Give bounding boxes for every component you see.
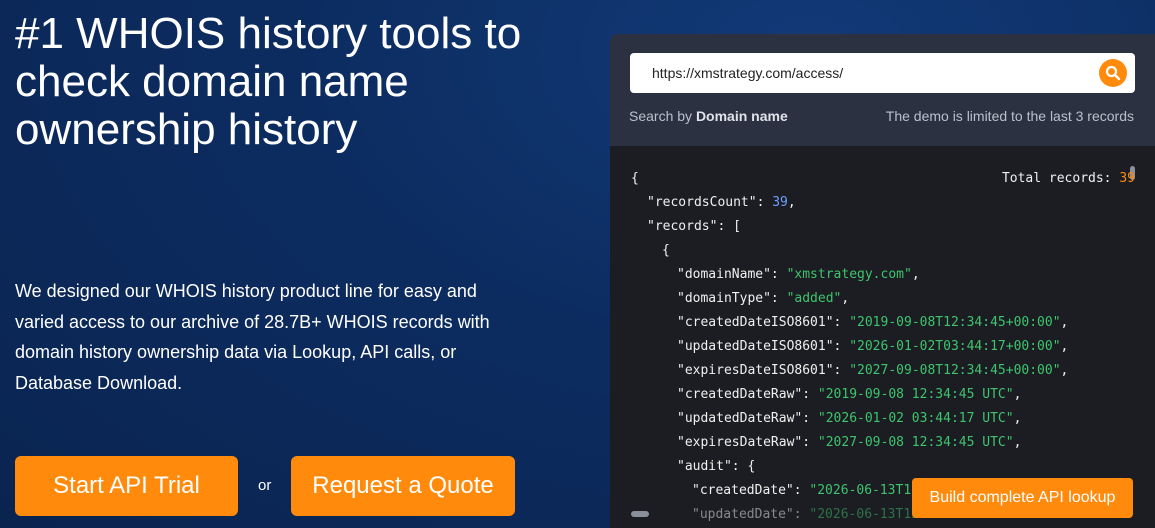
json-line: "createdDate": "2026-06-13T12 (692, 483, 919, 498)
json-line: "domainType": "added", (677, 291, 850, 306)
build-api-lookup-button[interactable]: Build complete API lookup (912, 478, 1133, 518)
json-key: "expiresDateRaw" (677, 435, 803, 450)
json-string: "xmstrategy.com" (786, 267, 912, 282)
json-result-viewer[interactable]: Total records: 39 { "recordsCount": 39, … (610, 146, 1155, 528)
total-records-label: Total records: (1001, 171, 1112, 186)
page-headline: #1 WHOIS history tools to check domain n… (15, 9, 522, 154)
json-key: "expiresDateISO8601" (677, 363, 834, 378)
json-key: "updatedDateRaw" (677, 411, 803, 426)
json-line: "recordsCount": 39, (647, 195, 796, 210)
json-string: "2019-09-08T12:34:45+00:00" (849, 315, 1061, 330)
json-key: "createdDateRaw" (677, 387, 803, 402)
or-separator: or (258, 477, 272, 494)
domain-search-input[interactable]: https://xmstrategy.com/access/ (630, 53, 1135, 93)
json-line: "createdDateRaw": "2019-09-08 12:34:45 U… (677, 387, 1022, 402)
json-string: "2026-06-13T12 (809, 483, 919, 498)
json-line: { (631, 171, 639, 187)
json-key: "createdDateISO8601" (677, 315, 834, 330)
whois-demo-panel: https://xmstrategy.com/access/ Search by… (610, 34, 1155, 528)
search-button[interactable] (1099, 59, 1127, 87)
json-string: "2026-01-02 03:44:17 UTC" (817, 411, 1014, 426)
search-by-field[interactable]: Domain name (696, 108, 788, 124)
json-string: "added" (786, 291, 842, 306)
json-key: "updatedDate" (692, 507, 794, 522)
json-punct: [ (733, 219, 741, 234)
horizontal-scrollbar[interactable] (631, 511, 649, 517)
json-key: "records" (647, 219, 718, 234)
json-line: "domainName": "xmstrategy.com", (677, 267, 920, 282)
search-by-prefix: Search by (629, 108, 693, 124)
request-quote-button[interactable]: Request a Quote (291, 456, 515, 516)
json-line: "records": [ (647, 219, 741, 234)
search-area: https://xmstrategy.com/access/ Search by… (610, 34, 1155, 146)
json-key: "audit" (677, 459, 732, 474)
json-punct: { (631, 171, 639, 186)
total-records-value: 39 (1119, 171, 1135, 186)
json-line: "audit": { (677, 459, 756, 474)
json-key: "createdDate" (692, 483, 794, 498)
search-by-hint: Search by Domain name (629, 108, 788, 124)
json-key: "recordsCount" (647, 195, 757, 210)
json-line: { (662, 243, 670, 259)
json-line: "expiresDateRaw": "2027-09-08 12:34:45 U… (677, 435, 1022, 450)
json-string: "2019-09-08 12:34:45 UTC" (817, 387, 1014, 402)
json-key: "domainType" (677, 291, 771, 306)
search-icon (1105, 65, 1121, 81)
json-string: "2026-01-02T03:44:17+00:00" (849, 339, 1061, 354)
json-line: "updatedDateRaw": "2026-01-02 03:44:17 U… (677, 411, 1022, 426)
json-number: 39 (772, 195, 788, 210)
search-input-value[interactable]: https://xmstrategy.com/access/ (652, 65, 843, 81)
demo-limit-note: The demo is limited to the last 3 record… (885, 108, 1134, 124)
json-line: "updatedDate": "2026-06-13T12 (692, 507, 919, 522)
json-punct: { (662, 243, 670, 258)
json-string: "2026-06-13T12 (809, 507, 919, 522)
json-line: "expiresDateISO8601": "2027-09-08T12:34:… (677, 363, 1069, 378)
total-records: Total records: 39 (1002, 171, 1135, 186)
hero-description: We designed our WHOIS history product li… (15, 281, 490, 393)
json-punct: { (747, 459, 756, 474)
json-string: "2027-09-08 12:34:45 UTC" (817, 435, 1014, 450)
start-api-trial-button[interactable]: Start API Trial (15, 456, 238, 516)
json-string: "2027-09-08T12:34:45+00:00" (849, 363, 1061, 378)
json-line: "updatedDateISO8601": "2026-01-02T03:44:… (677, 339, 1069, 354)
json-key: "domainName" (677, 267, 771, 282)
json-key: "updatedDateISO8601" (677, 339, 834, 354)
json-line: "createdDateISO8601": "2019-09-08T12:34:… (677, 315, 1069, 330)
